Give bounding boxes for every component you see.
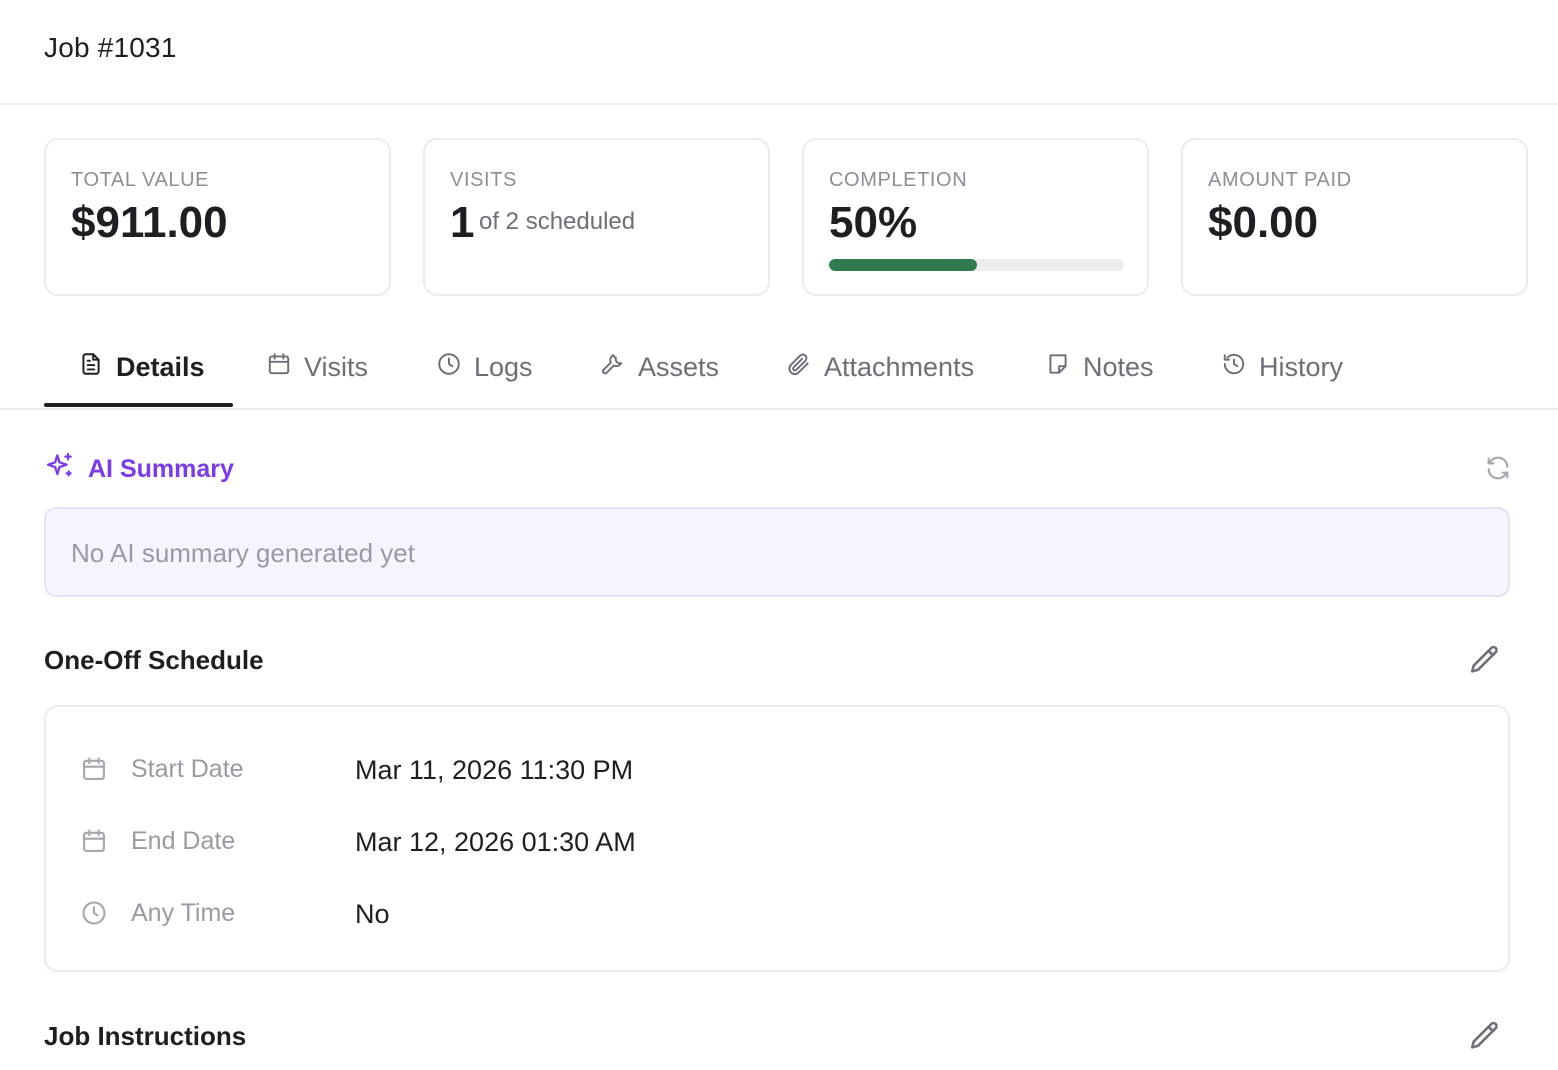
- tab-history-label: History: [1259, 351, 1344, 382]
- start-date-value: Mar 11, 2026 11:30 PM: [355, 755, 634, 785]
- wrench-icon: [600, 351, 626, 384]
- tab-assets[interactable]: Assets: [600, 330, 719, 408]
- page-header: Job #1031: [0, 0, 1558, 105]
- calendar-icon: [80, 755, 108, 783]
- paperclip-icon: [786, 351, 812, 384]
- tab-logs-label: Logs: [474, 351, 533, 382]
- end-date-value: Mar 12, 2026 01:30 AM: [355, 827, 636, 857]
- visits-card: VISITS 1 of 2 scheduled: [423, 138, 770, 296]
- tab-visits-label: Visits: [304, 351, 369, 382]
- calendar-icon: [80, 827, 108, 855]
- clock-icon: [80, 899, 108, 927]
- total-value-amount: $911.00: [71, 198, 228, 247]
- note-icon: [1045, 351, 1071, 384]
- schedule-details-card: Start Date Mar 11, 2026 11:30 PM End Dat…: [44, 705, 1510, 972]
- visits-count: 1: [450, 198, 475, 247]
- ai-summary-header: AI Summary: [44, 450, 234, 489]
- history-icon: [1221, 351, 1247, 384]
- edit-schedule-button[interactable]: [1468, 643, 1504, 679]
- completion-label: COMPLETION: [829, 169, 968, 191]
- tab-details-label: Details: [116, 351, 205, 382]
- active-tab-indicator: [44, 403, 233, 407]
- tab-visits[interactable]: Visits: [266, 330, 368, 408]
- completion-progress-fill: [829, 259, 977, 271]
- tab-attachments[interactable]: Attachments: [786, 330, 974, 408]
- tab-notes-label: Notes: [1083, 351, 1154, 382]
- completion-percent: 50%: [829, 198, 918, 247]
- any-time-value: No: [355, 899, 390, 929]
- ai-summary-empty-message: No AI summary generated yet: [71, 538, 415, 568]
- pencil-icon: [1468, 645, 1502, 681]
- calendar-icon: [266, 351, 292, 384]
- refresh-icon: [1484, 456, 1512, 486]
- job-detail-page: Job #1031 TOTAL VALUE $911.00 VISITS 1 o…: [0, 0, 1558, 1070]
- job-instructions-title: Job Instructions: [44, 1021, 247, 1051]
- end-date-label: End Date: [131, 827, 236, 855]
- tab-bar: Details Visits Logs Assets Attachments N…: [0, 330, 1558, 410]
- completion-card: COMPLETION 50%: [802, 138, 1149, 296]
- ai-summary-box: No AI summary generated yet: [44, 507, 1510, 597]
- visits-scheduled-text: of 2 scheduled: [479, 208, 636, 235]
- total-value-label: TOTAL VALUE: [71, 169, 210, 191]
- pencil-icon: [1468, 1021, 1502, 1057]
- amount-paid-card: AMOUNT PAID $0.00: [1181, 138, 1528, 296]
- end-date-row: End Date Mar 12, 2026 01:30 AM: [46, 821, 1508, 861]
- clock-icon: [436, 351, 462, 384]
- tab-assets-label: Assets: [638, 351, 720, 382]
- start-date-label: Start Date: [131, 755, 244, 783]
- tab-details[interactable]: Details: [78, 330, 205, 408]
- any-time-label: Any Time: [131, 899, 236, 927]
- refresh-button[interactable]: [1484, 454, 1512, 482]
- any-time-row: Any Time No: [46, 893, 1508, 933]
- visits-label: VISITS: [450, 169, 517, 191]
- start-date-row: Start Date Mar 11, 2026 11:30 PM: [46, 749, 1508, 789]
- tab-history[interactable]: History: [1221, 330, 1343, 408]
- schedule-title: One-Off Schedule: [44, 645, 264, 675]
- total-value-card: TOTAL VALUE $911.00: [44, 138, 391, 296]
- amount-paid-value: $0.00: [1208, 198, 1319, 247]
- sparkles-icon: [44, 450, 76, 489]
- tab-logs[interactable]: Logs: [436, 330, 533, 408]
- completion-progress-bar: [829, 259, 1124, 271]
- ai-summary-title: AI Summary: [88, 455, 234, 483]
- edit-instructions-button[interactable]: [1468, 1019, 1504, 1055]
- tab-attachments-label: Attachments: [824, 351, 975, 382]
- document-icon: [78, 351, 104, 384]
- amount-paid-label: AMOUNT PAID: [1208, 169, 1352, 191]
- tab-notes[interactable]: Notes: [1045, 330, 1154, 408]
- page-title: Job #1031: [44, 32, 177, 63]
